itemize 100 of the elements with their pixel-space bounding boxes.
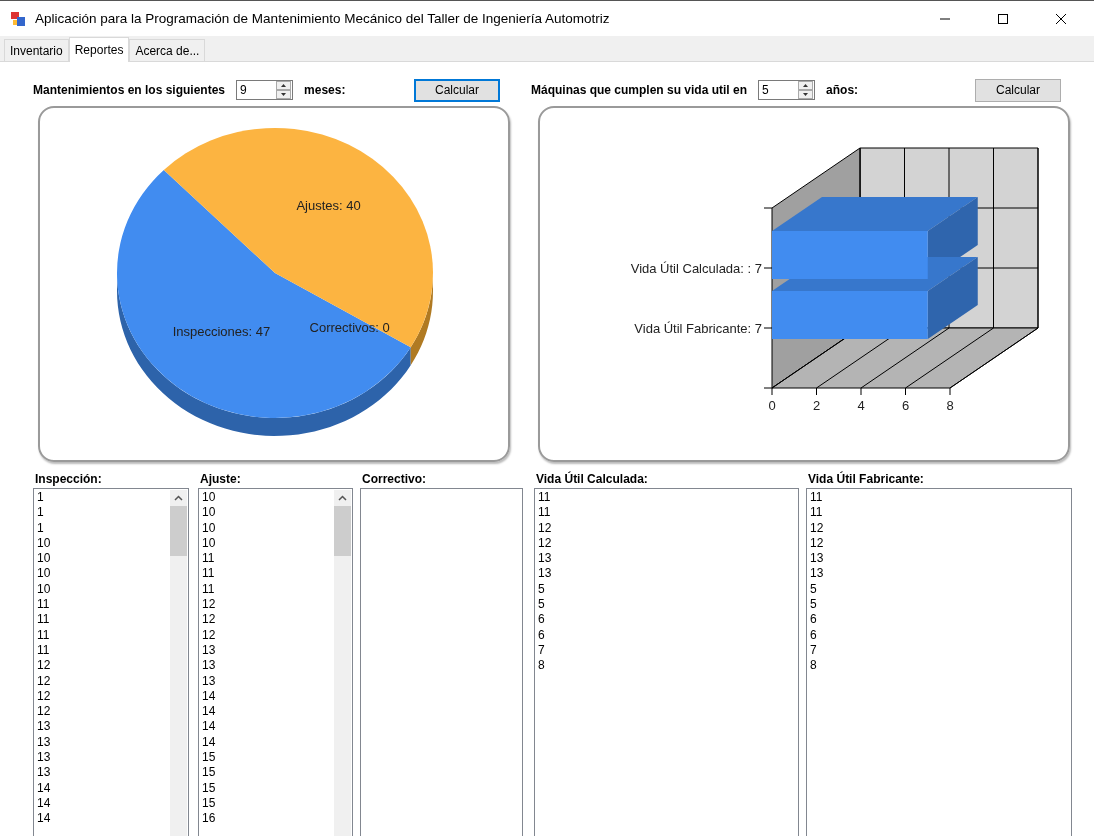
list-item[interactable]: 1 [37, 505, 170, 521]
list-item[interactable]: 13 [37, 719, 170, 735]
spinner-arrows-icon[interactable] [276, 81, 292, 99]
list-item[interactable]: 5 [538, 597, 798, 613]
list-item[interactable]: 15 [202, 780, 334, 796]
list-item[interactable]: 14 [37, 780, 170, 796]
list-item[interactable]: 14 [202, 719, 334, 735]
list-item[interactable]: 13 [37, 734, 170, 751]
list-item[interactable]: 7 [538, 642, 798, 659]
scrollbar-thumb[interactable] [170, 506, 187, 556]
list-item[interactable]: 13 [202, 642, 334, 659]
list-label: Vida Útil Calculada: [535, 470, 649, 488]
list-box[interactable]: 1 1 1 10 10 10 10 11 11 11 11 12 12 12 12 13 13 13 13 14 14 14 [33, 488, 189, 836]
list-item[interactable]: 11 [37, 642, 170, 659]
list-item[interactable]: 12 [202, 597, 334, 613]
list-box[interactable]: 11 11 12 12 13 13 5 5 6 6 7 8 [806, 488, 1072, 836]
slice-label: Correctivos: 0 [309, 319, 390, 335]
list-item[interactable]: 13 [810, 566, 1071, 582]
list-item[interactable]: 15 [202, 795, 334, 812]
list-item[interactable]: 12 [202, 627, 334, 643]
list-item[interactable]: 14 [202, 688, 334, 705]
list-item[interactable]: 1 [37, 490, 170, 506]
number-spinner[interactable]: 9 [236, 80, 294, 100]
list-item[interactable]: 10 [37, 535, 170, 552]
unit-label: años: [826, 83, 859, 97]
list-item[interactable]: 11 [37, 612, 170, 628]
close-icon[interactable] [1055, 12, 1067, 25]
list-item[interactable]: 13 [202, 658, 334, 674]
list-item[interactable]: 12 [202, 612, 334, 628]
scrollbar-thumb[interactable] [334, 506, 351, 556]
list-item[interactable]: 10 [202, 505, 334, 521]
list-item[interactable]: 12 [538, 535, 798, 552]
list-item[interactable]: 12 [538, 520, 798, 536]
list-item[interactable]: 5 [810, 581, 1071, 598]
list-item[interactable]: 11 [202, 566, 334, 582]
list-item[interactable]: 11 [810, 490, 1071, 506]
tab[interactable]: Reportes [68, 37, 130, 62]
list-item[interactable]: 15 [202, 765, 334, 781]
list-item[interactable]: 12 [37, 688, 170, 705]
list-label: Vida Útil Fabricante: [807, 470, 925, 488]
list-item[interactable]: 12 [810, 535, 1071, 552]
list-item[interactable]: 5 [538, 581, 798, 598]
list-item[interactable]: 1 [37, 520, 170, 536]
list-item[interactable]: 12 [37, 704, 170, 720]
list-item[interactable]: 12 [37, 658, 170, 674]
list-item[interactable]: 14 [37, 811, 170, 827]
list-item[interactable]: 6 [538, 627, 798, 643]
list-item[interactable]: 13 [538, 551, 798, 567]
number-spinner[interactable]: 5 [758, 80, 816, 100]
list-item[interactable]: 14 [202, 734, 334, 751]
list-item[interactable]: 14 [37, 795, 170, 812]
list-item[interactable]: 11 [37, 627, 170, 643]
list-item[interactable]: 10 [202, 520, 334, 536]
list-item[interactable]: 10 [202, 490, 334, 506]
list-item[interactable]: 13 [37, 750, 170, 766]
calculate-button[interactable]: Calcular [414, 78, 500, 102]
list-item[interactable]: 8 [810, 658, 1071, 674]
list-box[interactable]: 10 10 10 10 11 11 11 12 12 12 13 13 13 14 14 14 14 15 15 15 15 16 [198, 488, 353, 836]
list-item[interactable]: 11 [202, 551, 334, 567]
axis-tick-label: 2 [812, 398, 821, 413]
list-item[interactable]: 11 [810, 505, 1071, 521]
tab[interactable]: Inventario [4, 39, 69, 61]
list-item[interactable]: 10 [37, 566, 170, 582]
list-item[interactable]: 11 [202, 581, 334, 598]
list-item[interactable]: 15 [202, 750, 334, 766]
tab[interactable]: Acerca de... [129, 39, 206, 61]
scrollbar[interactable] [170, 490, 187, 836]
list-item[interactable]: 10 [202, 535, 334, 552]
list-label: Ajuste: [199, 471, 242, 488]
list-item[interactable]: 13 [202, 673, 334, 689]
prompt-label: Mantenimientos en los siguientes [33, 83, 226, 97]
scrollbar[interactable] [334, 490, 351, 836]
list-item[interactable]: 11 [538, 490, 798, 506]
list-item[interactable]: 14 [202, 704, 334, 720]
axis-tick-label: 0 [768, 398, 776, 413]
unit-label: meses: [304, 83, 346, 97]
window-title: Aplicación para la Programación de Mantenimiento Mecánico del Taller de Ingeniería Automotriz [35, 11, 611, 26]
calculate-button[interactable]: Calcular [975, 78, 1061, 102]
list-item[interactable]: 13 [538, 566, 798, 582]
list-item[interactable]: 11 [37, 597, 170, 613]
axis-tick-label: 6 [901, 398, 910, 413]
list-item[interactable]: 16 [202, 811, 334, 827]
list-box[interactable]: 11 11 12 12 13 13 5 5 6 6 7 8 [534, 488, 799, 836]
list-item[interactable]: 10 [37, 551, 170, 567]
list-item[interactable]: 11 [538, 505, 798, 521]
list-item[interactable]: 8 [538, 658, 798, 674]
list-item[interactable]: 6 [810, 627, 1071, 643]
list-item[interactable]: 13 [810, 551, 1071, 567]
maximize-icon[interactable] [997, 12, 1009, 25]
list-item[interactable]: 12 [810, 520, 1071, 536]
spinner-arrows-icon[interactable] [798, 81, 814, 99]
list-item[interactable]: 12 [37, 673, 170, 689]
list-item[interactable]: 13 [37, 765, 170, 781]
prompt-label: Máquinas que cumplen su vida util en [531, 83, 748, 97]
list-item[interactable]: 6 [810, 612, 1071, 628]
list-item[interactable]: 6 [538, 612, 798, 628]
list-item[interactable]: 5 [810, 597, 1071, 613]
list-label: Correctivo: [361, 471, 427, 488]
list-item[interactable]: 7 [810, 642, 1071, 659]
list-item[interactable]: 10 [37, 581, 170, 598]
